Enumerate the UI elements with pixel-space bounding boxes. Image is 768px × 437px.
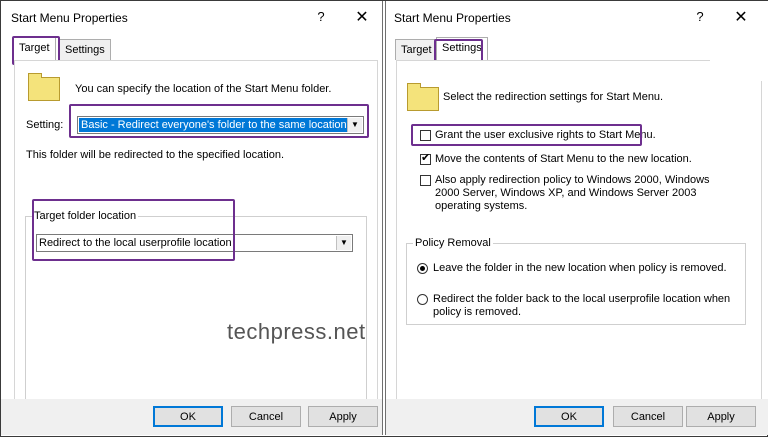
checkmark-icon: ✔	[421, 152, 431, 164]
button-bar: OK Cancel Apply	[386, 399, 768, 435]
cancel-button[interactable]: Cancel	[231, 406, 301, 427]
dialog-title: Start Menu Properties	[394, 11, 511, 25]
highlight-setting-dropdown	[69, 104, 369, 138]
cancel-button[interactable]: Cancel	[613, 406, 683, 427]
policy-removal-group: Policy Removal Leave the folder in the n…	[406, 237, 746, 325]
redirect-note: This folder will be redirected to the sp…	[26, 149, 285, 161]
highlight-target-folder-location	[32, 199, 235, 261]
highlight-grant-exclusive-rights	[411, 124, 642, 146]
apply-button[interactable]: Apply	[308, 406, 378, 427]
tab-settings[interactable]: Settings	[59, 39, 111, 60]
apply-legacy-policy-checkbox[interactable]	[420, 175, 431, 186]
tab-target[interactable]: Target	[395, 39, 438, 60]
apply-button[interactable]: Apply	[686, 406, 756, 427]
close-button[interactable]: ✕	[353, 7, 371, 27]
title-bar: Start Menu Properties ? ✕	[386, 1, 768, 34]
radio-selected-dot	[420, 266, 425, 271]
description-text: Select the redirection settings for Star…	[443, 91, 664, 103]
title-bar: Start Menu Properties ? ✕	[1, 1, 382, 34]
move-contents-checkbox[interactable]: ✔	[420, 152, 431, 165]
folder-icon	[28, 73, 60, 101]
ok-button[interactable]: OK	[153, 406, 223, 427]
settings-tab-panel: Select the redirection settings for Star…	[396, 60, 762, 401]
dialog-title: Start Menu Properties	[11, 11, 128, 25]
watermark-text: techpress.net	[227, 319, 366, 344]
blank-area	[710, 34, 766, 81]
apply-legacy-policy-label: Also apply redirection policy to Windows…	[435, 174, 710, 212]
group-label: Policy Removal	[413, 237, 493, 249]
leave-folder-radio[interactable]	[417, 263, 428, 274]
start-menu-properties-dialog-target: Start Menu Properties ? ✕ Target Setting…	[1, 1, 383, 435]
help-button[interactable]: ?	[692, 9, 708, 24]
dropdown-arrow-icon[interactable]: ▼	[336, 236, 351, 250]
help-button[interactable]: ?	[313, 9, 329, 24]
folder-icon	[407, 83, 439, 111]
description-text: You can specify the location of the Star…	[75, 83, 332, 95]
close-button[interactable]: ✕	[732, 7, 750, 27]
setting-label: Setting:	[26, 119, 64, 131]
ok-button[interactable]: OK	[534, 406, 604, 427]
start-menu-properties-dialog-settings: Start Menu Properties ? ✕ Target Setting…	[385, 1, 768, 435]
leave-folder-label: Leave the folder in the new location whe…	[433, 262, 727, 274]
button-bar: OK Cancel Apply	[1, 399, 382, 435]
redirect-back-label: Redirect the folder back to the local us…	[433, 293, 731, 318]
redirect-back-radio[interactable]	[417, 294, 428, 305]
move-contents-label: Move the contents of Start Menu to the n…	[435, 153, 692, 165]
